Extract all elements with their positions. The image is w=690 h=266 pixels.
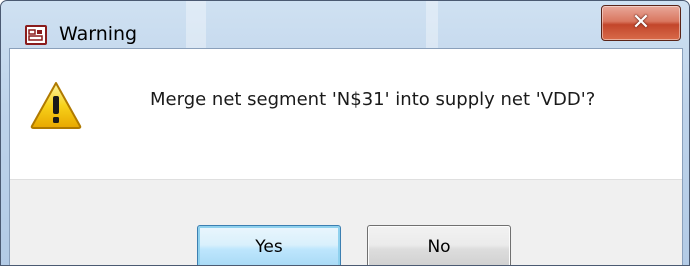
dialog-message: Merge net segment 'N$31' into supply net… [150, 89, 596, 110]
warning-icon [30, 80, 82, 134]
app-icon [25, 25, 47, 45]
warning-dialog-window: Warning ✕ Merge net segment 'N$31' into … [0, 0, 690, 266]
message-area: Merge net segment 'N$31' into supply net… [10, 49, 682, 179]
title-bar[interactable]: Warning ✕ [1, 1, 689, 47]
button-bar: Yes No [10, 179, 682, 265]
yes-button[interactable]: Yes [197, 225, 341, 265]
dialog-client-area: Merge net segment 'N$31' into supply net… [9, 48, 683, 265]
close-icon: ✕ [631, 10, 651, 35]
close-button[interactable]: ✕ [601, 5, 681, 41]
no-button[interactable]: No [367, 225, 511, 265]
window-title: Warning [59, 23, 138, 45]
